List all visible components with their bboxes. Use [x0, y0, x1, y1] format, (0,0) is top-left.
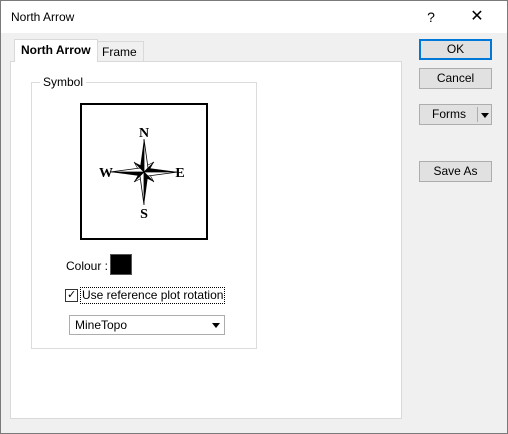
ok-button[interactable]: OK	[419, 39, 492, 60]
checkmark-icon: ✓	[67, 289, 77, 301]
forms-button-label: Forms	[432, 107, 466, 121]
save-as-button[interactable]: Save As	[419, 161, 492, 182]
compass-cardinal-points	[109, 138, 179, 206]
tab-panel-north-arrow: Symbol N S E W Colour: ✓ Use reference …	[10, 61, 402, 419]
title-bar: North Arrow ? ✕	[1, 1, 507, 33]
close-icon: ✕	[470, 8, 484, 25]
compass-east-label: E	[175, 166, 184, 181]
symbol-group-label: Symbol	[40, 75, 87, 89]
symbol-groupbox: Symbol N S E W Colour: ✓ Use reference …	[31, 75, 257, 349]
compass-preview[interactable]: N S E W	[80, 103, 208, 240]
use-reference-rotation-label[interactable]: Use reference plot rotation	[80, 287, 226, 304]
compass-south-label: S	[140, 207, 148, 222]
help-button[interactable]: ?	[409, 1, 453, 33]
compass-rose-icon: N S E W	[99, 126, 185, 222]
chevron-down-icon[interactable]	[480, 110, 490, 120]
dialog-window: North Arrow ? ✕ North Arrow Frame Symbol	[0, 0, 508, 434]
colour-swatch[interactable]	[110, 254, 132, 275]
cancel-button[interactable]: Cancel	[419, 68, 492, 89]
projection-select[interactable]: MineTopo	[69, 315, 225, 335]
use-reference-rotation-checkbox[interactable]: ✓	[65, 289, 78, 302]
chevron-down-icon	[212, 323, 220, 328]
colour-label: Colour :	[66, 259, 109, 273]
forms-split-divider	[477, 107, 478, 122]
tab-frame[interactable]: Frame	[95, 41, 144, 62]
projection-select-value: MineTopo	[75, 318, 128, 332]
compass-north-label: N	[139, 126, 149, 141]
compass-west-label: W	[99, 166, 113, 181]
window-title: North Arrow	[11, 10, 75, 24]
forms-button[interactable]: Forms	[419, 104, 492, 125]
close-button[interactable]: ✕	[455, 1, 499, 33]
tab-north-arrow[interactable]: North Arrow	[14, 39, 98, 62]
